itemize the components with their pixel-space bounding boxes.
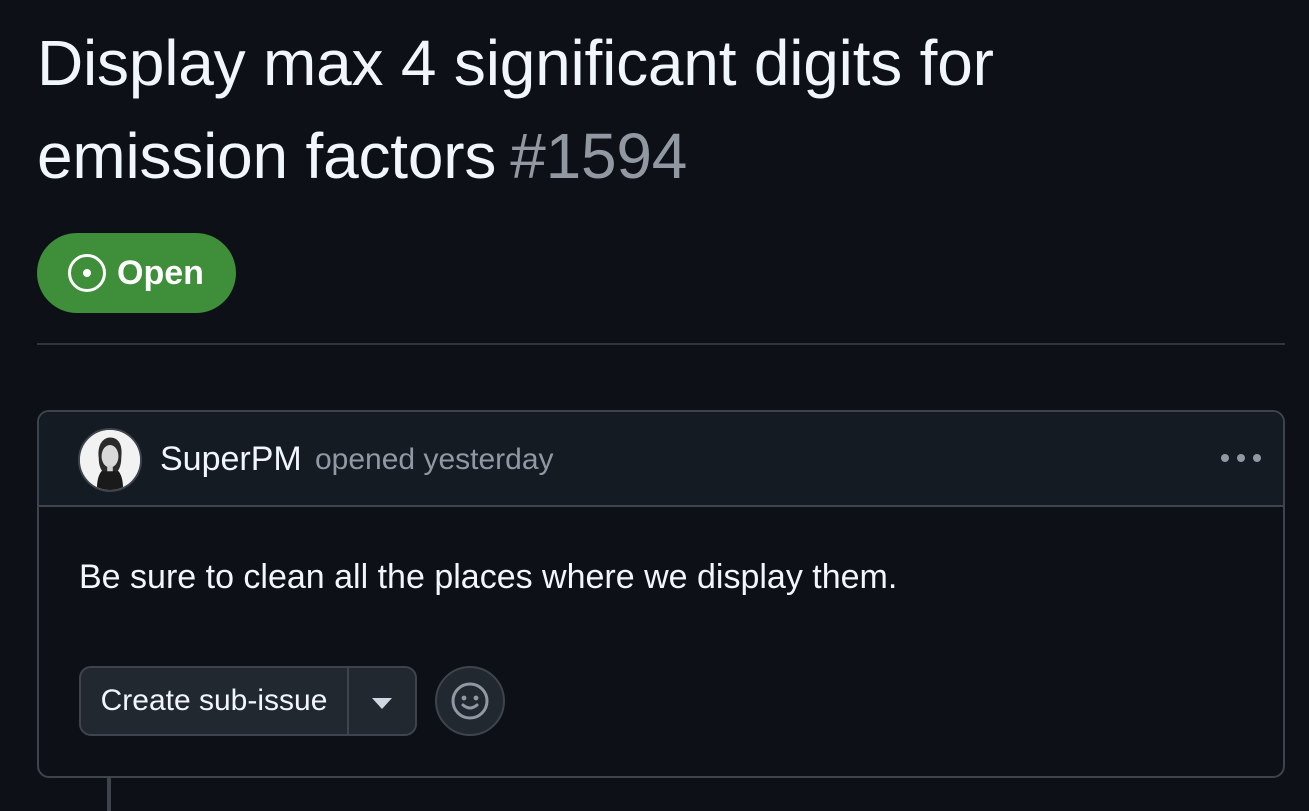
header-divider [37, 343, 1285, 345]
create-sub-issue-button[interactable]: Create sub-issue [81, 668, 349, 734]
create-sub-issue-dropdown-button[interactable] [349, 668, 415, 734]
author-avatar[interactable] [78, 428, 142, 492]
kebab-dot [1237, 454, 1245, 462]
issue-opened-icon [68, 254, 106, 292]
kebab-horizontal-icon[interactable] [1217, 442, 1265, 474]
issue-number: #1594 [510, 120, 688, 192]
author-name-link[interactable]: SuperPM [160, 440, 302, 479]
comment-body: Be sure to clean all the places where we… [79, 558, 898, 596]
kebab-dot [1221, 454, 1229, 462]
issue-state-label: Open [117, 253, 204, 292]
issue-page: Display max 4 significant digits for emi… [0, 0, 1309, 811]
issue-description-comment: SuperPM opened yesterday Be sure to clea… [37, 410, 1285, 778]
smiley-icon [451, 682, 489, 720]
issue-title: Display max 4 significant digits for emi… [37, 17, 1097, 203]
kebab-dot [1253, 454, 1261, 462]
add-reaction-button[interactable] [435, 666, 505, 736]
comment-header: SuperPM opened yesterday [39, 412, 1283, 507]
comment-timestamp: opened yesterday [315, 443, 554, 476]
create-sub-issue-split-button: Create sub-issue [79, 666, 417, 736]
triangle-down-icon [372, 697, 392, 709]
issue-state-badge: Open [37, 233, 236, 313]
timeline-connector [107, 778, 111, 811]
